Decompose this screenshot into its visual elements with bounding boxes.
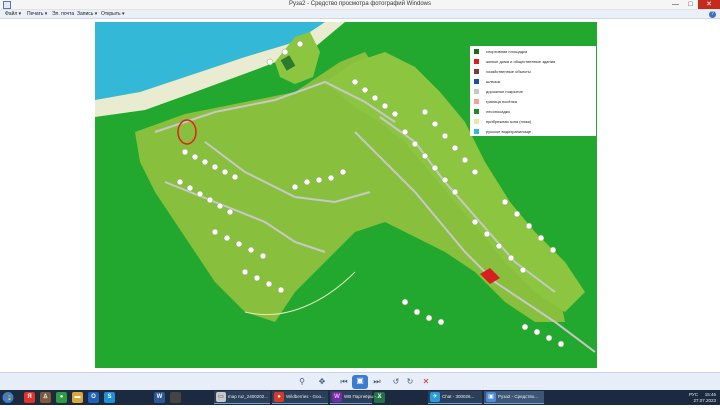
menu-burn[interactable]: Запись ▾ (77, 11, 97, 17)
legend-label: прибрежная зона (пляж) (486, 119, 532, 124)
clock-date: 27.07.2023 (693, 397, 716, 403)
legend-label: граница посёлка (486, 99, 517, 104)
system-clock[interactable]: 15:46 27.07.2023 (693, 392, 716, 403)
previous-icon[interactable]: ⏮ (338, 376, 350, 388)
help-icon[interactable]: ? (709, 11, 716, 18)
word-icon[interactable]: W (154, 392, 165, 403)
task-map-file[interactable]: ▭ map ruz_2400202... (214, 391, 270, 404)
yandex-browser-icon[interactable]: Я (24, 392, 35, 403)
legend-label: дорожное покрытие (486, 89, 523, 94)
viewer-toolbar: ⚲ ✥ ⏮ ▣ ⏭ ↺ ↻ ✕ (0, 372, 720, 390)
close-button[interactable]: ✕ (698, 0, 720, 9)
maximize-button[interactable]: □ (683, 0, 698, 9)
photo-viewer-window: Руза2 - Средство просмотра фотографий Wi… (0, 0, 720, 372)
task-label: Chat - 300026... (442, 394, 475, 399)
legend-swatch (474, 129, 479, 134)
delete-icon[interactable]: ✕ (420, 376, 432, 388)
menu-file[interactable]: Файл ▾ (5, 11, 21, 17)
title-bar: Руза2 - Средство просмотра фотографий Wi… (0, 0, 720, 10)
chrome-icon[interactable]: ● (56, 392, 67, 403)
legend-item: жилые дома и общественные здания (472, 58, 596, 66)
task-label: map ruz_2400202... (228, 394, 269, 399)
legend-label: русское водохранилище (486, 129, 532, 134)
task-label: Wildberries - Goo... (286, 394, 325, 399)
legend-item: русское водохранилище (472, 128, 596, 136)
photo-viewer-icon: ▣ (486, 392, 496, 402)
image-viewport: спортивная площадка жилые дома и обществ… (0, 20, 720, 372)
app-icon-dark[interactable] (170, 392, 181, 403)
legend-swatch (474, 49, 479, 54)
legend-item: граница посёлка (472, 98, 596, 106)
outlook-icon[interactable]: O (88, 392, 99, 403)
legend-swatch (474, 109, 479, 114)
fit-window-icon[interactable]: ✥ (316, 376, 328, 388)
legend-label: шлюзок (486, 79, 501, 84)
legend-item: спортивная площадка (472, 48, 596, 56)
taskbar: Я ♙ ● ▬ O S W X ▭ map ruz_2400202... ● W… (0, 390, 720, 405)
task-telegram[interactable]: ✈ Chat - 300026... (428, 391, 482, 404)
rotate-cw-icon[interactable]: ↻ (404, 376, 416, 388)
legend-label: лесопосадки (486, 109, 510, 114)
task-label: WB Партнёры -... (344, 394, 380, 399)
menu-print[interactable]: Печать ▾ (27, 11, 47, 17)
explorer-icon[interactable]: ▬ (72, 392, 83, 403)
menu-bar: Файл ▾ Печать ▾ Эл. почта Запись ▾ Откры… (0, 10, 720, 19)
browser-icon: ● (274, 392, 284, 402)
legend-swatch (474, 99, 479, 104)
task-label: Руза2 - Средство... (498, 394, 539, 399)
legend-swatch (474, 89, 479, 94)
next-icon[interactable]: ⏭ (371, 376, 383, 388)
slideshow-button[interactable]: ▣ (352, 375, 368, 389)
task-wildberries[interactable]: ● Wildberries - Goo... (272, 391, 328, 404)
skype-icon[interactable]: S (104, 392, 115, 403)
minimize-button[interactable]: — (668, 0, 683, 9)
menu-open[interactable]: Открыть ▾ (101, 11, 125, 17)
legend-swatch (474, 59, 479, 64)
legend-item: дорожное покрытие (472, 88, 596, 96)
map-legend: спортивная площадка жилые дома и обществ… (470, 46, 596, 136)
legend-label: хозяйственные объекты (486, 69, 531, 74)
legend-swatch (474, 69, 479, 74)
image-file-icon: ▭ (216, 392, 226, 402)
legend-item: прибрежная зона (пляж) (472, 118, 596, 126)
task-photo-viewer[interactable]: ▣ Руза2 - Средство... (484, 391, 544, 404)
menu-email[interactable]: Эл. почта (52, 11, 74, 17)
task-wb-partners[interactable]: W WB Партнёры -... (330, 391, 380, 404)
wb-icon: W (332, 392, 342, 402)
person-icon[interactable]: ♙ (40, 392, 51, 403)
telegram-icon: ✈ (430, 392, 440, 402)
legend-label: спортивная площадка (486, 49, 528, 54)
legend-item: шлюзок (472, 78, 596, 86)
legend-item: хозяйственные объекты (472, 68, 596, 76)
rotate-ccw-icon[interactable]: ↺ (390, 376, 402, 388)
zoom-icon[interactable]: ⚲ (296, 376, 308, 388)
legend-label: жилые дома и общественные здания (486, 59, 556, 64)
legend-swatch (474, 79, 479, 84)
legend-swatch (474, 119, 479, 124)
window-title: Руза2 - Средство просмотра фотографий Wi… (288, 1, 432, 7)
legend-item: лесопосадки (472, 108, 596, 116)
start-button[interactable] (0, 390, 16, 405)
